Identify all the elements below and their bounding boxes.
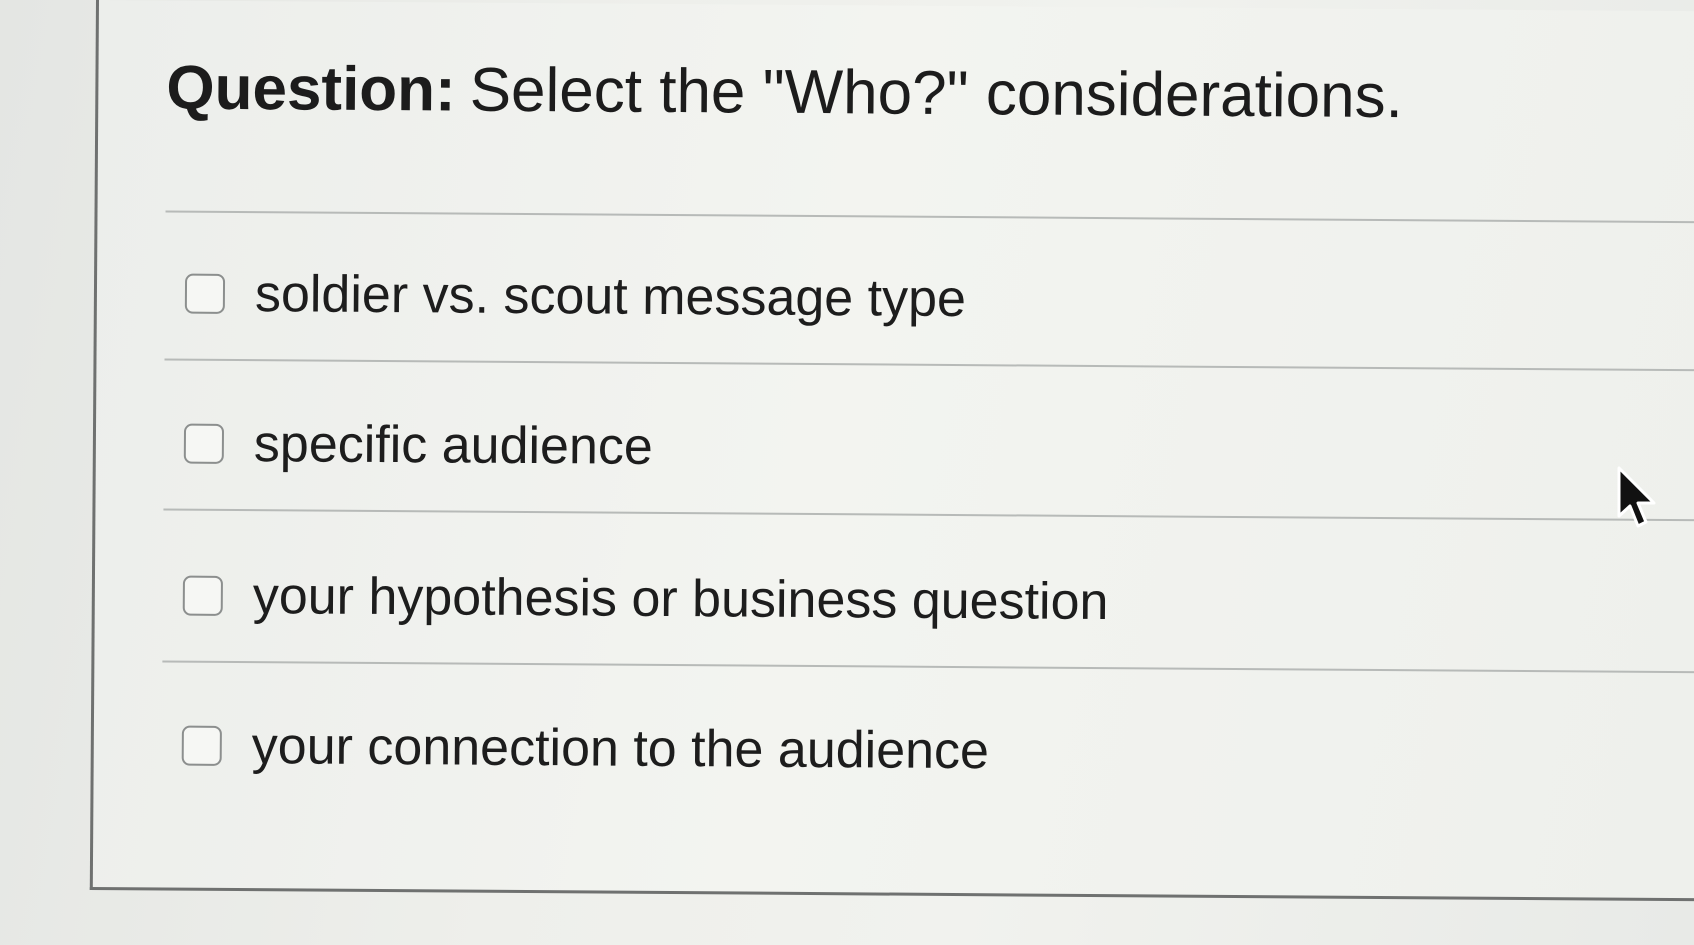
screen: Question: Select the "Who?" consideration… xyxy=(0,0,1694,945)
answer-label-2: specific audience xyxy=(253,415,654,476)
divider xyxy=(162,660,1694,674)
answer-option-1[interactable]: soldier vs. scout message type xyxy=(184,259,967,334)
answer-checkbox-2[interactable] xyxy=(183,423,225,464)
question-label: Question: xyxy=(166,53,456,125)
answer-option-2[interactable]: specific audience xyxy=(183,409,654,482)
arrow-cursor-icon xyxy=(1617,466,1656,528)
answer-label-3: your hypothesis or business question xyxy=(252,567,1109,632)
answer-checkbox-3[interactable] xyxy=(182,575,223,616)
question-title: Question: Select the "Who?" consideration… xyxy=(166,48,1403,137)
divider xyxy=(163,508,1694,522)
question-text: Select the "Who?" considerations. xyxy=(469,55,1404,132)
divider xyxy=(165,210,1694,224)
answer-label-1: soldier vs. scout message type xyxy=(254,265,967,329)
answer-option-3[interactable]: your hypothesis or business question xyxy=(182,561,1109,637)
answer-label-4: your connection to the audience xyxy=(251,717,990,781)
answer-checkbox-4[interactable] xyxy=(181,725,222,766)
divider xyxy=(164,358,1694,372)
answer-option-4[interactable]: your connection to the audience xyxy=(181,711,990,787)
answer-checkbox-1[interactable] xyxy=(184,273,226,314)
quiz-question-panel: Question: Select the "Who?" consideration… xyxy=(89,0,1694,902)
